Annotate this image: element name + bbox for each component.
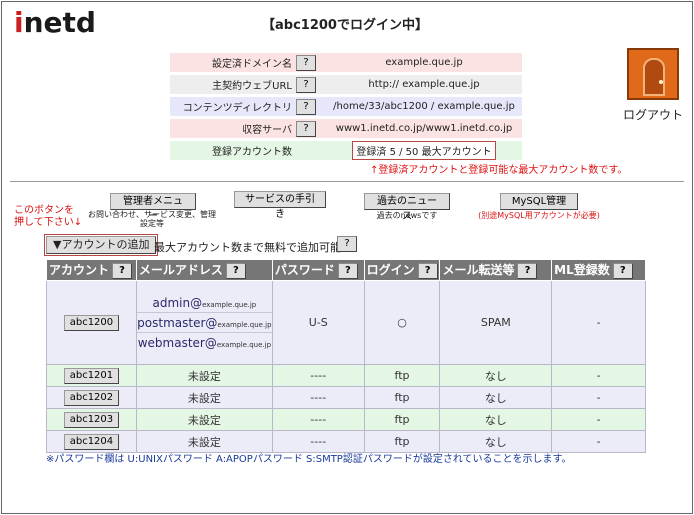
account-help-button[interactable]: ? [112,262,133,279]
col-ml: ML登録数? [551,259,646,281]
add-hint-line2: 押して下さい↓ [14,217,83,228]
mail-address[interactable]: admin@example.que.jp [136,293,272,313]
password-help-button[interactable]: ? [337,262,358,279]
site-info-table: 設定済ドメイン名 ? example.que.jp 主契約ウェブURL ? ht… [170,50,522,163]
dir-label: コンテンツディレクトリ [170,97,296,116]
account-button[interactable]: abc1204 [63,433,120,450]
forward-help-button[interactable]: ? [517,262,538,279]
add-account-help-button[interactable]: ? [337,236,357,252]
account-button[interactable]: abc1203 [63,411,120,428]
domain-value: example.que.jp [326,53,522,72]
admin-menu-button[interactable]: 管理者メニュー [110,193,196,222]
dir-help-button[interactable]: ? [296,98,316,115]
section-divider [10,181,684,182]
admin-menu-sub: お問い合わせ、サービス変更、管理設定等 [88,210,216,228]
url-label: 主契約ウェブURL [170,75,296,94]
page-title: 【abc1200でログイン中】 [262,18,428,33]
forward-cell: SPAM [439,280,553,365]
table-row: abc1201 未設定 ---- ftp なし - [46,364,646,387]
forward-cell: なし [439,364,553,387]
password-cell: U-S [271,280,365,365]
table-row: abc1202 未設定 ---- ftp なし - [46,386,646,409]
door-icon [627,48,679,100]
add-hint-note: このボタンを 押して下さい↓ [14,205,82,229]
server-help-button[interactable]: ? [296,120,316,137]
mysql-sub: (別途MySQL用アカウントが必要) [478,211,600,220]
col-mail: メールアドレス? [135,259,273,281]
accounts-label: 登録アカウント数 [170,141,296,160]
ml-cell: - [551,364,646,387]
server-row: 収容サーバ ? www1.inetd.co.jp/www1.inetd.co.j… [170,119,522,138]
col-forward: メール転送等? [439,259,553,281]
domain-label: 設定済ドメイン名 [170,53,296,72]
col-password: パスワード? [271,259,365,281]
mail-cell: 未設定 [135,408,273,431]
url-value: http:// example.que.jp [326,75,522,94]
dir-value: /home/33/abc1200 / example.que.jp [326,97,522,116]
password-cell: ---- [271,386,365,409]
table-row: abc1203 未設定 ---- ftp なし - [46,408,646,431]
url-row: 主契約ウェブURL ? http:// example.que.jp [170,75,522,94]
domain-help-button[interactable]: ? [296,54,316,71]
mail-address[interactable]: postmaster@example.que.jp [136,313,272,333]
password-cell: ---- [271,364,365,387]
password-footnote: ※パスワード欄は U:UNIXパスワード A:APOPパスワード S:SMTP認… [46,454,572,465]
domain-row: 設定済ドメイン名 ? example.que.jp [170,53,522,72]
forward-cell: なし [439,386,553,409]
mail-address[interactable]: webmaster@example.que.jp [137,333,272,353]
ml-cell: - [551,408,646,431]
url-help-button[interactable]: ? [296,76,316,93]
table-header: アカウント? メールアドレス? パスワード? ログイン? メール転送等? ML登… [46,259,646,281]
server-label: 収容サーバ [170,119,296,138]
past-news-sub: 過去のnewsです [376,211,438,220]
mail-cell: 未設定 [135,386,273,409]
logout-label: ログアウト [622,108,683,122]
account-button[interactable]: abc1201 [63,367,120,384]
login-cell: ○ [363,280,441,365]
login-cell: ftp [363,386,441,409]
mail-cell: 未設定 [135,364,273,387]
col-login: ログイン? [363,259,441,281]
add-account-button[interactable]: ▼アカウントの追加 [46,236,157,254]
mail-help-button[interactable]: ? [225,262,246,279]
accounts-value: 登録済 5 / 50 最大アカウント [352,141,496,160]
ml-cell: - [551,280,646,365]
past-news-button[interactable]: 過去のニュース [364,193,450,222]
accounts-row: 登録アカウント数 登録済 5 / 50 最大アカウント [170,141,522,160]
add-account-note: 最大アカウント数まで無料で追加可能 [154,241,341,254]
add-account-wrap: ▼アカウントの追加 [44,234,159,256]
col-account: アカウント? [46,259,137,281]
forward-cell: なし [439,408,553,431]
ml-cell: - [551,386,646,409]
login-help-button[interactable]: ? [417,262,438,279]
table-row: abc1200 admin@example.que.jp postmaster@… [46,280,646,365]
accounts-table: アカウント? メールアドレス? パスワード? ログイン? メール転送等? ML登… [46,259,646,453]
accounts-note: ↑登録済アカウントと登録可能な最大アカウント数です。 [370,165,628,176]
mail-list: admin@example.que.jp postmaster@example.… [135,280,273,365]
login-cell: ftp [363,408,441,431]
password-cell: ---- [271,408,365,431]
account-button[interactable]: abc1200 [63,314,120,331]
inetd-logo: inetd [14,6,96,39]
login-cell: ftp [363,364,441,387]
account-button[interactable]: abc1202 [63,389,120,406]
service-guide-button[interactable]: サービスの手引き [234,191,326,220]
dir-row: コンテンツディレクトリ ? /home/33/abc1200 / example… [170,97,522,116]
ml-help-button[interactable]: ? [612,262,633,279]
add-hint-line1: このボタンを [14,205,74,216]
logout-button[interactable]: ログアウト [620,48,686,123]
server-value: www1.inetd.co.jp/www1.inetd.co.jp [326,119,522,138]
mysql-button[interactable]: MySQL管理 [500,193,578,210]
